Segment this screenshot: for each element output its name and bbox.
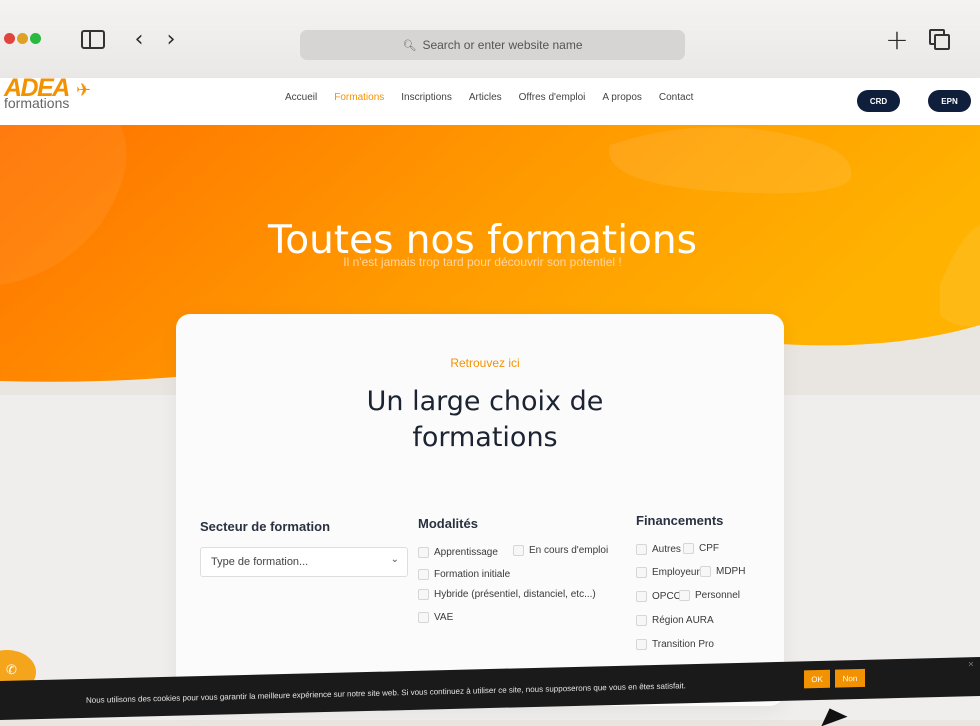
modalite-option-formation-initiale[interactable]: Formation initiale xyxy=(418,569,510,580)
plane-icon: ✈ xyxy=(76,80,92,101)
option-label: Personnel xyxy=(695,590,741,601)
forward-button[interactable]: › xyxy=(158,26,184,52)
option-label: MDPH xyxy=(716,566,746,577)
modalite-option-hybride[interactable]: Hybride (présentiel, distanciel, etc...) xyxy=(418,589,596,600)
nav-inscriptions[interactable]: Inscriptions xyxy=(401,92,452,103)
secteur-heading: Secteur de formation xyxy=(200,519,331,534)
sidebar-toggle-button[interactable] xyxy=(80,26,106,52)
checkbox[interactable] xyxy=(636,615,647,626)
phone-icon: ✆ xyxy=(6,663,17,678)
crd-button[interactable]: CRD xyxy=(857,90,900,112)
modalite-option-en-cours-emploi[interactable]: En cours d'emploi xyxy=(513,545,608,556)
checkbox[interactable] xyxy=(683,543,694,554)
cookie-non-button[interactable]: Non xyxy=(835,668,865,688)
financement-option-mdph[interactable]: MDPH xyxy=(700,566,745,577)
card-title: Un large choix de formations xyxy=(310,384,660,456)
secteur-select-value: Type de formation... xyxy=(211,556,309,568)
card-kicker: Retrouvez ici xyxy=(450,356,520,370)
option-label: En cours d'emploi xyxy=(529,545,609,556)
plus-icon: + xyxy=(885,22,909,56)
nav-offres-emploi[interactable]: Offres d'emploi xyxy=(519,92,586,103)
financement-option-autres[interactable]: Autres xyxy=(636,544,681,555)
chevron-right-icon: › xyxy=(166,26,176,52)
chevron-down-icon: ⌄ xyxy=(390,554,399,565)
card-title-line1: Un large choix de xyxy=(366,386,604,417)
checkbox[interactable] xyxy=(679,590,690,601)
back-button[interactable]: ‹ xyxy=(126,26,152,52)
zoom-window-button[interactable] xyxy=(30,33,41,44)
formations-filter-card: Retrouvez ici Un large choix de formatio… xyxy=(176,314,784,706)
nav-a-propos[interactable]: A propos xyxy=(602,92,641,103)
nav-contact[interactable]: Contact xyxy=(659,92,693,103)
checkbox[interactable] xyxy=(418,547,429,558)
nav-accueil[interactable]: Accueil xyxy=(285,92,317,103)
search-icon: 🔍︎ xyxy=(402,38,417,52)
adea-logo[interactable]: ADEA ✈ formations xyxy=(4,74,114,122)
financements-heading: Financements xyxy=(636,513,724,528)
minimize-window-button[interactable] xyxy=(17,33,28,44)
chevron-left-icon: ‹ xyxy=(134,26,144,52)
option-label: Apprentissage xyxy=(434,547,498,558)
nav-articles[interactable]: Articles xyxy=(469,92,502,103)
option-label: Autres xyxy=(652,544,681,555)
modalite-option-vae[interactable]: VAE xyxy=(418,612,453,623)
address-bar[interactable]: 🔍︎ Search or enter website name xyxy=(300,30,685,60)
option-label: OPCO xyxy=(652,591,682,602)
checkbox[interactable] xyxy=(636,639,647,650)
financement-option-employeur[interactable]: Employeur xyxy=(636,567,700,578)
checkbox[interactable] xyxy=(418,612,429,623)
cookie-ok-button[interactable]: OK xyxy=(804,669,830,689)
epn-button[interactable]: EPN xyxy=(928,90,971,112)
nav-formations[interactable]: Formations xyxy=(334,92,384,103)
option-label: VAE xyxy=(434,612,454,623)
main-nav: Accueil Formations Inscriptions Articles… xyxy=(285,92,710,103)
modalites-heading: Modalités xyxy=(418,516,478,531)
close-icon[interactable]: × xyxy=(968,659,974,670)
checkbox[interactable] xyxy=(636,591,647,602)
checkbox[interactable] xyxy=(636,567,647,578)
card-title-line2: formations xyxy=(412,422,558,453)
new-tab-button[interactable]: + xyxy=(884,23,910,56)
checkbox[interactable] xyxy=(513,545,524,556)
financement-option-personnel[interactable]: Personnel xyxy=(679,590,740,601)
logo-subtext: formations xyxy=(4,95,70,111)
option-label: Hybride (présentiel, distanciel, etc...) xyxy=(434,589,596,600)
modalite-option-apprentissage[interactable]: Apprentissage xyxy=(418,547,498,558)
option-label: Transition Pro xyxy=(652,639,714,650)
checkbox[interactable] xyxy=(418,589,429,600)
option-label: Région AURA xyxy=(652,615,714,626)
financement-option-region-aura[interactable]: Région AURA xyxy=(636,615,714,626)
secteur-select[interactable]: Type de formation... ⌄ xyxy=(200,547,408,577)
browser-toolbar: ‹ › 🔍︎ Search or enter website name + xyxy=(0,0,980,79)
option-label: Formation initiale xyxy=(434,569,511,580)
cookie-text: Nous utilisons des cookies pour vous gar… xyxy=(86,681,686,705)
sidebar-icon xyxy=(81,29,105,49)
financement-option-opco[interactable]: OPCO xyxy=(636,591,681,602)
financement-option-cpf[interactable]: CPF xyxy=(683,543,719,554)
tab-overview-button[interactable] xyxy=(926,26,952,52)
close-window-button[interactable] xyxy=(4,33,15,44)
option-label: CPF xyxy=(699,543,719,554)
option-label: Employeur xyxy=(652,567,700,578)
hero-subtitle: Il n'est jamais trop tard pour découvrir… xyxy=(343,255,622,269)
address-placeholder: Search or enter website name xyxy=(422,38,583,52)
site-header: ADEA ✈ formations Accueil Formations Ins… xyxy=(0,74,980,125)
checkbox[interactable] xyxy=(700,566,711,577)
checkbox[interactable] xyxy=(636,544,647,555)
financement-option-transition-pro[interactable]: Transition Pro xyxy=(636,639,714,650)
checkbox[interactable] xyxy=(418,569,429,580)
